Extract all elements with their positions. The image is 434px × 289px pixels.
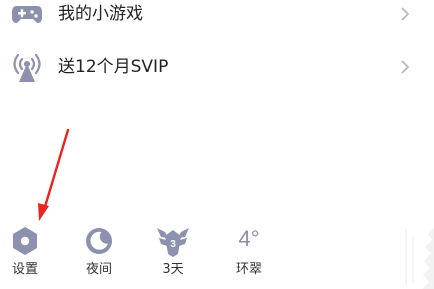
menu-item-svip-label: 送12个月SVIP [58,57,169,77]
moon-icon [86,228,112,254]
badge-icon: 3 [157,228,189,257]
menu-item-games-label: 我的小游戏 [58,4,143,24]
three-days-label: 3天 [162,262,184,277]
cropped-edge [405,228,434,289]
settings-hexagon-icon [13,227,37,255]
settings-label: 设置 [11,262,38,277]
night-mode-button[interactable]: 夜间 [69,222,129,284]
menu-item-svip[interactable]: 送12个月SVIP [0,41,434,93]
svg-text:3: 3 [170,239,176,250]
weather-button[interactable]: 4° 环翠 [219,222,279,284]
night-mode-label: 夜间 [85,262,112,277]
broadcast-tower-icon [13,53,41,82]
chevron-right-icon [401,60,410,74]
menu-item-games[interactable]: 我的小游戏 [0,0,434,40]
weather-temperature: 4° [238,226,260,251]
settings-button[interactable]: 设置 [0,222,55,284]
gamepad-icon [12,6,42,23]
chevron-right-icon [401,7,410,21]
weather-location-label: 环翠 [235,262,262,277]
three-days-button[interactable]: 3 3天 [143,222,203,284]
